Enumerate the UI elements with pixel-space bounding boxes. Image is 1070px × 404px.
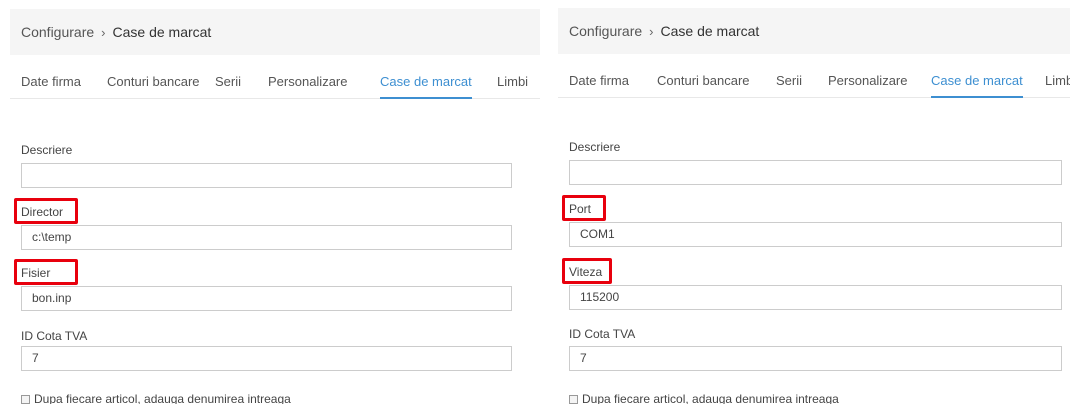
breadcrumb-separator-icon: › [101, 24, 106, 40]
left-panel: Configurare › Case de marcat Date firma … [0, 0, 540, 404]
breadcrumb: Configurare › Case de marcat [10, 9, 540, 55]
tab-personalizare[interactable]: Personalizare [268, 74, 348, 97]
breadcrumb-parent-link[interactable]: Configurare [569, 23, 642, 39]
breadcrumb-separator-icon: › [649, 23, 654, 39]
tab-date-firma[interactable]: Date firma [569, 73, 629, 96]
tab-serii[interactable]: Serii [776, 73, 802, 96]
tab-case-de-marcat[interactable]: Case de marcat [931, 73, 1023, 98]
breadcrumb-current: Case de marcat [112, 24, 212, 40]
id-cota-tva-label: ID Cota TVA [21, 329, 88, 343]
breadcrumb: Configurare › Case de marcat [558, 8, 1070, 54]
tab-serii[interactable]: Serii [215, 74, 241, 97]
descriere-input[interactable] [569, 160, 1062, 185]
tab-conturi-bancare[interactable]: Conturi bancare [107, 74, 200, 97]
viteza-input[interactable]: 115200 [569, 285, 1062, 310]
id-cota-tva-input[interactable]: 7 [569, 346, 1062, 371]
full-name-checkbox-row[interactable]: Dupa fiecare articol, adauga denumirea i… [569, 392, 839, 404]
descriere-label: Descriere [21, 143, 73, 157]
port-input[interactable]: COM1 [569, 222, 1062, 247]
right-panel: Configurare › Case de marcat Date firma … [550, 0, 1070, 404]
descriere-label: Descriere [569, 140, 621, 154]
breadcrumb-parent-link[interactable]: Configurare [21, 24, 94, 40]
director-input[interactable]: c:\temp [21, 225, 512, 250]
tab-date-firma[interactable]: Date firma [21, 74, 81, 97]
settings-tabs: Date firma Conturi bancare Serii Persona… [10, 68, 540, 99]
id-cota-tva-input[interactable]: 7 [21, 346, 512, 371]
full-name-checkbox-label: Dupa fiecare articol, adauga denumirea i… [34, 392, 291, 404]
fisier-input[interactable]: bon.inp [21, 286, 512, 311]
full-name-checkbox-label: Dupa fiecare articol, adauga denumirea i… [582, 392, 839, 404]
descriere-input[interactable] [21, 163, 512, 188]
full-name-checkbox[interactable] [21, 394, 30, 404]
id-cota-tva-label: ID Cota TVA [569, 327, 636, 341]
viteza-label: Viteza [569, 265, 603, 279]
director-label: Director [21, 205, 64, 219]
breadcrumb-current: Case de marcat [660, 23, 760, 39]
tab-conturi-bancare[interactable]: Conturi bancare [657, 73, 750, 96]
full-name-checkbox-row[interactable]: Dupa fiecare articol, adauga denumirea i… [21, 392, 291, 404]
port-label: Port [569, 202, 592, 216]
tab-case-de-marcat[interactable]: Case de marcat [380, 74, 472, 99]
tab-limbi[interactable]: Limbi [497, 74, 528, 97]
tab-limbi[interactable]: Limb [1045, 73, 1070, 96]
tab-personalizare[interactable]: Personalizare [828, 73, 908, 96]
full-name-checkbox[interactable] [569, 394, 578, 404]
settings-tabs: Date firma Conturi bancare Serii Persona… [558, 67, 1070, 98]
fisier-label: Fisier [21, 266, 51, 280]
